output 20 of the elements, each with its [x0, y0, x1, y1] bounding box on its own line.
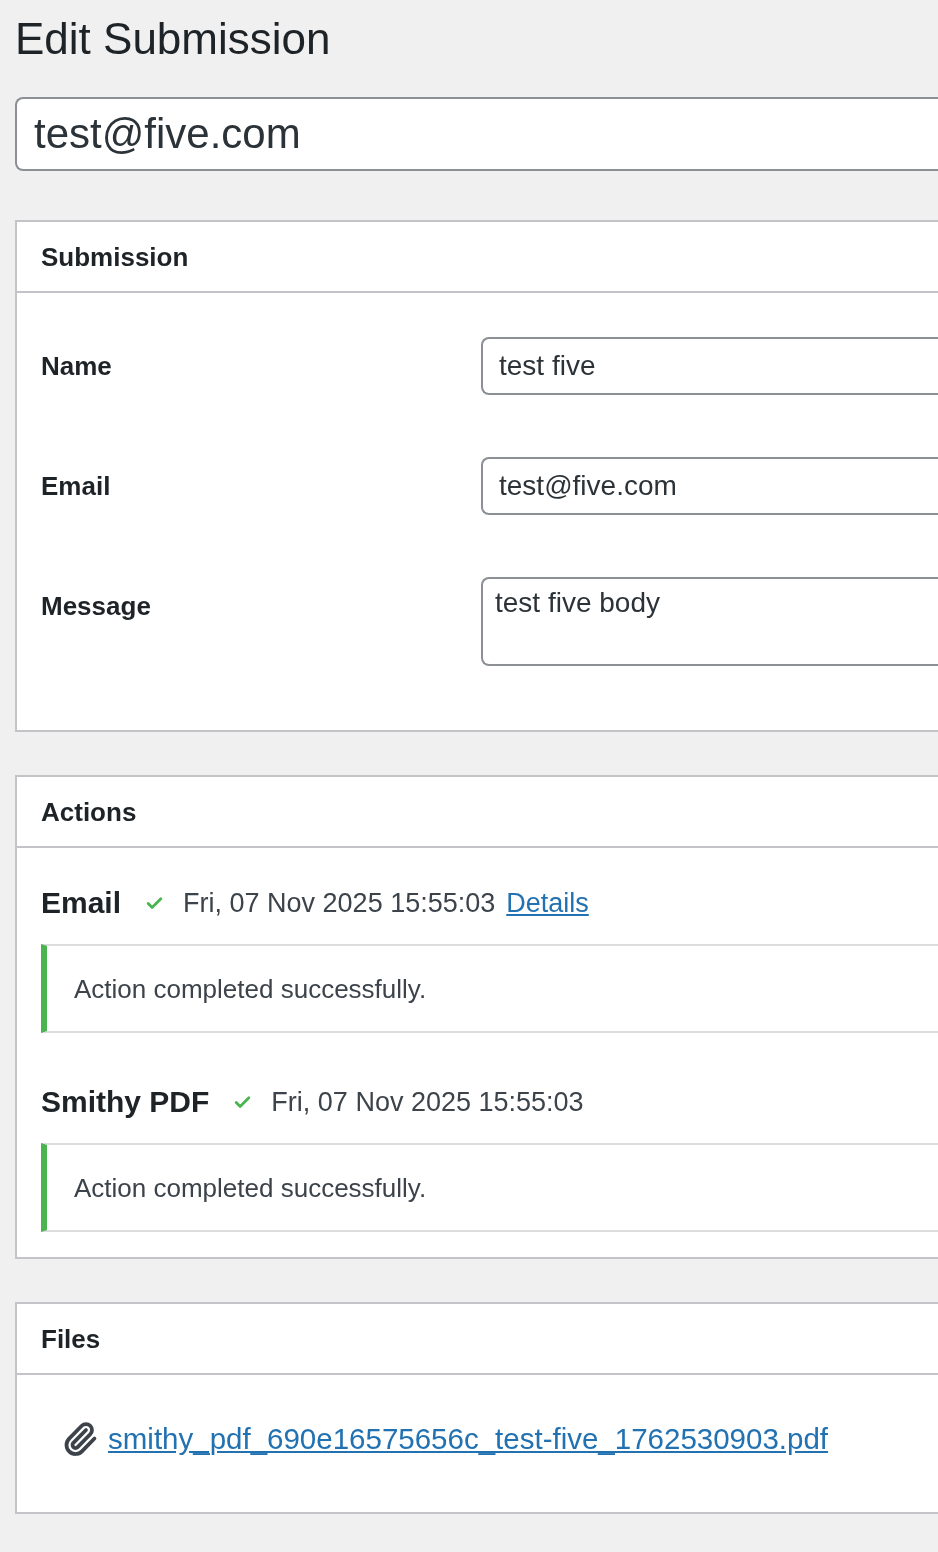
- file-link[interactable]: smithy_pdf_690e16575656c_test-five_1762530903.pdf: [108, 1422, 829, 1456]
- paperclip-icon: [62, 1421, 98, 1457]
- title-input[interactable]: test@five.com: [15, 97, 938, 171]
- field-label: Name: [41, 350, 112, 382]
- panel-heading: Actions: [41, 795, 137, 828]
- panel-heading: Files: [41, 1322, 101, 1355]
- text-input[interactable]: test five: [481, 337, 938, 395]
- timestamp: Fri, 07 Nov 2025 15:55:03: [183, 887, 496, 919]
- action-name: Smithy PDF: [41, 1084, 210, 1120]
- message-textarea[interactable]: test five body: [481, 577, 938, 666]
- timestamp: Fri, 07 Nov 2025 15:55:03: [271, 1086, 584, 1118]
- panel-heading: Submission: [41, 240, 189, 273]
- notice-message: Action completed successfully.: [41, 1143, 938, 1232]
- page-title: Edit Submission: [15, 13, 332, 65]
- notice-message: Action completed successfully.: [41, 944, 938, 1033]
- details-link[interactable]: Details: [506, 887, 589, 919]
- field-label: Message: [41, 590, 151, 622]
- field-label: Email: [41, 470, 111, 502]
- text-input[interactable]: test@five.com: [481, 457, 938, 515]
- action-name: Email: [41, 885, 122, 921]
